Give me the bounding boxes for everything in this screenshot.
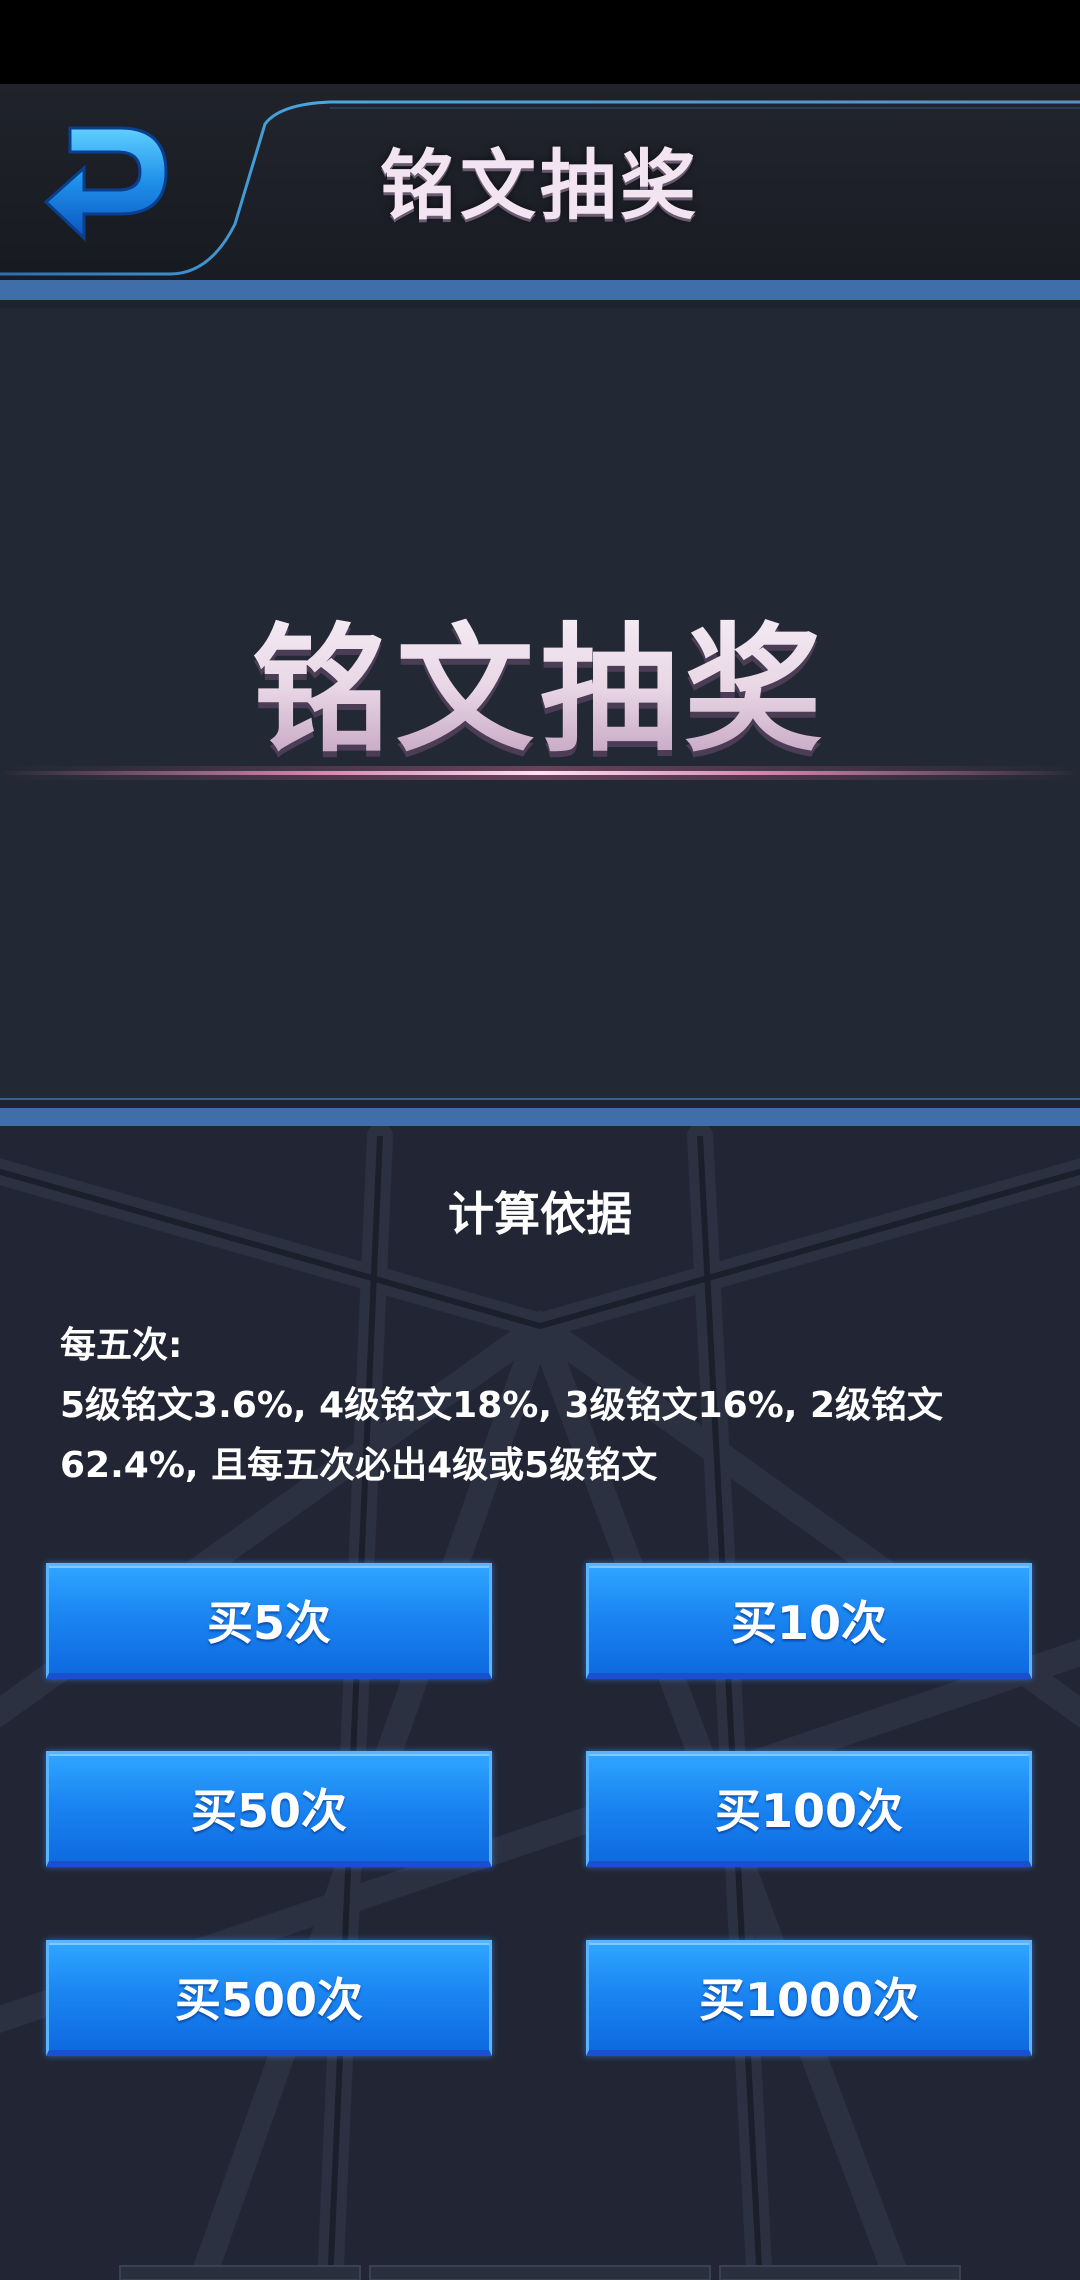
status-bar — [0, 0, 1080, 84]
bottom-tabs-edge — [119, 2265, 961, 2280]
buy-5-button[interactable]: 买5次 — [46, 1563, 492, 1679]
rules-line: 每五次: — [60, 1325, 183, 1366]
buy-100-button[interactable]: 买100次 — [586, 1751, 1032, 1867]
buy-500-button[interactable]: 买500次 — [46, 1940, 492, 2056]
banner-bottom-line — [0, 1098, 1080, 1100]
banner-title: 铭文抽奖 — [230, 598, 850, 771]
rules-line: 5级铭文3.6%, 4级铭文18%, 3级铭文16%, 2级铭文 — [60, 1385, 944, 1426]
rules-line: 62.4%, 且每五次必出4级或5级铭文 — [60, 1445, 658, 1486]
lottery-panel: 计算依据 每五次: 5级铭文3.6%, 4级铭文18%, 3级铭文16%, 2级… — [0, 1126, 1080, 2280]
header-divider-band — [0, 280, 1080, 300]
buy-10-button[interactable]: 买10次 — [586, 1563, 1032, 1679]
back-arrow-icon — [43, 126, 168, 242]
probability-rules: 每五次: 5级铭文3.6%, 4级铭文18%, 3级铭文16%, 2级铭文 62… — [60, 1316, 1030, 1496]
buy-50-button[interactable]: 买50次 — [46, 1751, 492, 1867]
banner-divider-band — [0, 1108, 1080, 1126]
back-button[interactable] — [40, 114, 180, 254]
banner-glow-line — [0, 766, 1080, 780]
banner: 铭文抽奖 铭文抽奖 — [0, 308, 1080, 1100]
page: 铭文抽奖 铭文抽奖 铭文抽奖 — [0, 0, 1080, 2280]
section-title: 计算依据 — [448, 1187, 632, 1241]
background-pattern — [0, 1126, 1080, 2280]
buy-1000-button[interactable]: 买1000次 — [586, 1940, 1032, 2056]
header-bar: 铭文抽奖 — [0, 84, 1080, 280]
header-title: 铭文抽奖 — [380, 141, 700, 230]
